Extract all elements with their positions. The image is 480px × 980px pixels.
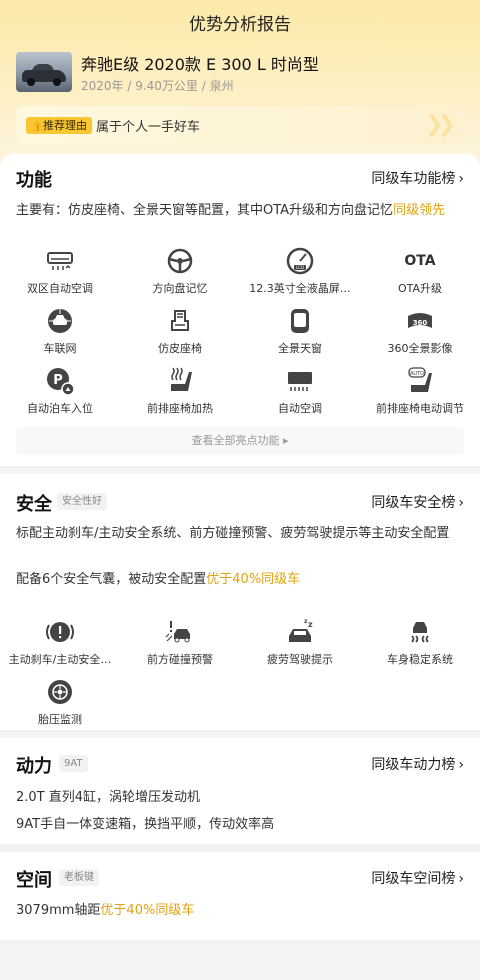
space-ranking-label: 同级车空间榜 [371,871,456,887]
thumbs-up-icon: 👍 [30,121,43,132]
safety-highlight: 优于40%同级车 [206,572,301,587]
safety-item[interactable]: z z 疲劳驾驶提示 [240,617,360,673]
function-summary-highlight: 同级领先 [393,203,446,218]
car-meta: 2020年 / 9.40万公里 / 泉州 [81,79,234,93]
triangle-right-icon: ▸ [279,434,289,447]
chevron-right-icon: › [458,171,464,187]
car-name: 奔驰E级 2020款 E 300 L 时尚型 [81,55,319,74]
power-section: 动力 9AT 同级车动力榜 › 2.0T 直列4缸，涡轮增压发动机 9AT手自一体… [0,738,480,844]
feature-item[interactable]: AUTO 前排座椅电动调节 [360,366,480,422]
feature-item[interactable]: 仿皮座椅 [120,306,240,362]
active-brake-icon [46,622,74,642]
svg-text:LCD: LCD [296,265,304,270]
recommend-reason-bar: 👍推荐理由 属于个人一手好车 ❯❯ [16,106,464,144]
recommend-tag-label: 推荐理由 [43,119,87,132]
feature-item[interactable]: 方向盘记忆 [120,246,240,302]
power-seat-icon: AUTO [408,367,432,392]
feature-item[interactable]: OTA OTA升级 [360,246,480,302]
car-summary[interactable]: 奔驰E级 2020款 E 300 L 时尚型 2020年 / 9.40万公里 /… [16,50,464,96]
safety-section: 安全 安全性好 同级车安全榜 › 标配主动刹车/主动安全系统、前方碰撞预警、疲劳驾… [0,474,480,730]
page-title: 优势分析报告 [189,15,291,35]
feature-item[interactable]: LCD 12.3英寸全液晶屏… [240,246,360,302]
space-highlight: 优于40%同级车 [100,903,195,918]
chevron-right-icon: › [458,871,464,887]
steering-wheel-memory-icon [167,248,193,274]
feature-item[interactable]: 双区自动空调 [0,246,120,302]
feature-item[interactable]: 360 360全景影像 [360,306,480,362]
feature-item[interactable]: 全景天窗 [240,306,360,362]
svg-text:z: z [304,618,308,625]
fatigue-alert-icon: z z [289,618,313,642]
recommend-tag: 👍推荐理由 [26,117,92,134]
safety-item[interactable]: 车身稳定系统 [360,617,480,673]
collision-warning-icon [165,621,190,643]
safety-item[interactable]: 胎压监测 [0,677,120,730]
space-badge: 老板键 [59,869,99,886]
power-ranking-link[interactable]: 同级车动力榜 › [371,754,464,774]
power-engine-text: 2.0T 直列4缸，涡轮增压发动机 [16,790,201,805]
space-ranking-link[interactable]: 同级车空间榜 › [371,868,464,888]
safety-airbag-text: 配备6个安全气囊，被动安全配置优于40%同级车 [16,572,301,587]
power-ranking-label: 同级车动力榜 [371,757,456,773]
safety-description: 标配主动刹车/主动安全系统、前方碰撞预警、疲劳驾驶提示等主动安全配置 [16,526,450,541]
feature-item[interactable]: 车联网 [0,306,120,362]
svg-text:z: z [308,620,313,629]
chevron-decoration-icon: ❯❯ [425,112,456,137]
auto-parking-icon: P [47,368,75,396]
ota-icon: OTA [404,253,436,269]
header-background: 优势分析报告 奔驰E级 2020款 E 300 L 时尚型 2020年 / 9.… [0,0,480,180]
lcd-dashboard-icon: LCD [286,247,314,275]
function-summary: 主要有：仿皮座椅、全景天窗等配置，其中OTA升级和方向盘记忆同级领先 [16,203,446,218]
svg-text:AUTO: AUTO [410,371,424,377]
360-camera-icon: 360 [408,313,432,328]
stability-control-icon [411,622,429,643]
svg-text:360: 360 [413,319,428,327]
safety-title: 安全 [16,494,52,515]
tire-pressure-icon [48,680,72,704]
chevron-right-icon: › [458,495,464,511]
safety-item[interactable]: 主动刹车/主动安全… [0,617,120,673]
view-all-features-button[interactable]: 查看全部亮点功能 ▸ [16,427,464,455]
svg-text:P: P [53,373,63,388]
space-title: 空间 [16,870,52,891]
safety-badge: 安全性好 [57,493,107,510]
function-ranking-label: 同级车功能榜 [371,171,456,187]
dual-zone-ac-icon [47,252,73,270]
feature-item[interactable]: 前排座椅加热 [120,366,240,422]
panoramic-sunroof-icon [291,309,309,333]
connected-car-icon [48,309,72,333]
function-ranking-link[interactable]: 同级车功能榜 › [371,168,464,188]
space-wheelbase-text: 3079mm轴距优于40%同级车 [16,903,195,918]
recommend-reason-text: 属于个人一手好车 [96,120,201,135]
feature-item[interactable]: 自动空调 [240,366,360,422]
safety-ranking-link[interactable]: 同级车安全榜 › [371,492,464,512]
power-badge: 9AT [59,755,88,772]
function-title: 功能 [16,170,52,191]
leather-seat-icon [171,310,189,331]
space-section: 空间 老板键 同级车空间榜 › 3079mm轴距优于40%同级车 [0,852,480,940]
safety-ranking-label: 同级车安全榜 [371,495,456,511]
auto-ac-icon [288,372,312,391]
car-thumbnail [16,52,72,92]
safety-item[interactable]: 前方碰撞预警 [120,617,240,673]
power-gearbox-text: 9AT手自一体变速箱，换挡平顺，传动效率高 [16,817,275,832]
seat-heating-icon [171,367,192,391]
function-section: 功能 同级车功能榜 › 主要有：仿皮座椅、全景天窗等配置，其中OTA升级和方向盘记… [0,154,480,466]
power-title: 动力 [16,756,52,777]
chevron-right-icon: › [458,757,464,773]
feature-item[interactable]: P 自动泊车入位 [0,366,120,422]
